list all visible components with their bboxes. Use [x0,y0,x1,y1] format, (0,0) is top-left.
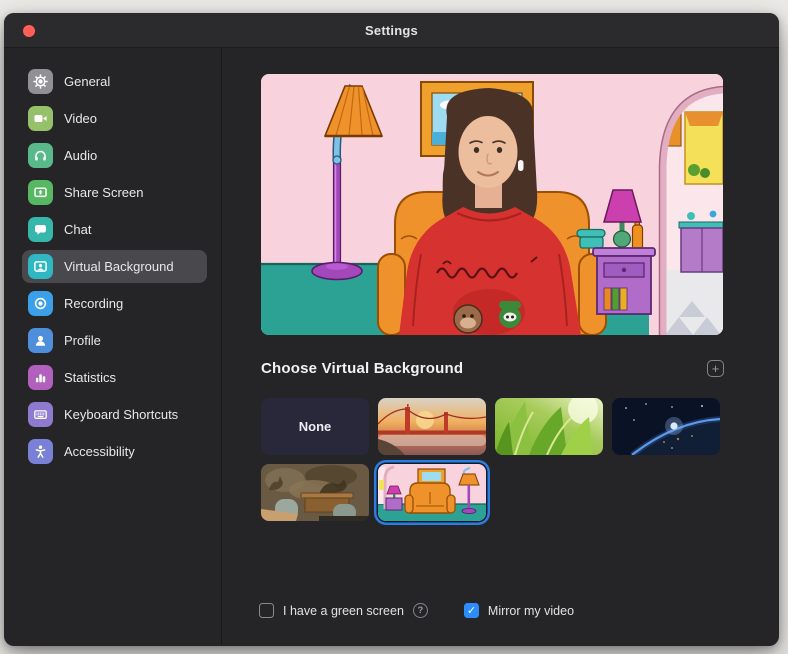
question-glyph: ? [418,605,424,616]
sidebar-item-label: General [64,74,110,89]
record-icon [28,291,53,316]
green-screen-checkbox[interactable] [259,603,274,618]
mirror-video-option[interactable]: ✓ Mirror my video [464,603,574,618]
section-title: Choose Virtual Background [261,360,463,377]
background-option-earth-from-space[interactable] [612,398,720,455]
sidebar-item-general[interactable]: General [22,65,207,98]
background-option-none[interactable]: None [261,398,369,455]
video-preview [261,74,723,335]
background-thumbnails: None [261,398,731,521]
sidebar-item-label: Profile [64,333,101,348]
sidebar-item-accessibility[interactable]: Accessibility [22,435,207,468]
settings-window: Settings General Video Audio Share Scree… [4,13,779,646]
sidebar-item-label: Keyboard Shortcuts [64,407,178,422]
preview-options: I have a green screen ? ✓ Mirror my vide… [259,603,574,618]
virtual-background-pane: Choose Virtual Background + None [222,48,779,645]
sidebar-item-keyboard-shortcuts[interactable]: Keyboard Shortcuts [22,398,207,431]
share-screen-icon [28,180,53,205]
checkmark-icon: ✓ [467,604,476,617]
simpsons-living-room-scene [261,74,723,335]
plus-icon: + [712,362,720,375]
background-option-simpsons-living-room[interactable] [378,464,486,521]
settings-sidebar: General Video Audio Share Screen Chat Vi [4,48,222,645]
keyboard-icon [28,402,53,427]
green-screen-option[interactable]: I have a green screen ? [259,603,428,618]
bar-chart-icon [28,365,53,390]
background-option-grass[interactable] [495,398,603,455]
profile-icon [28,328,53,353]
titlebar: Settings [4,13,779,48]
none-label: None [299,419,332,434]
sidebar-item-audio[interactable]: Audio [22,139,207,172]
sidebar-item-chat[interactable]: Chat [22,213,207,246]
chat-bubble-icon [28,217,53,242]
sidebar-item-virtual-background[interactable]: Virtual Background [22,250,207,283]
headphones-icon [28,143,53,168]
close-button[interactable] [23,25,35,37]
sidebar-item-label: Recording [64,296,123,311]
sidebar-item-label: Accessibility [64,444,135,459]
window-title: Settings [365,23,418,38]
virtual-background-icon [28,254,53,279]
accessibility-icon [28,439,53,464]
sidebar-item-statistics[interactable]: Statistics [22,361,207,394]
sidebar-item-share-screen[interactable]: Share Screen [22,176,207,209]
sidebar-item-label: Share Screen [64,185,144,200]
sidebar-item-profile[interactable]: Profile [22,324,207,357]
sidebar-item-recording[interactable]: Recording [22,287,207,320]
gear-icon [28,69,53,94]
mirror-video-checkbox[interactable]: ✓ [464,603,479,618]
green-screen-label: I have a green screen [283,604,404,618]
question-mark-icon[interactable]: ? [413,603,428,618]
add-background-button[interactable]: + [707,360,724,377]
sidebar-item-video[interactable]: Video [22,102,207,135]
sidebar-item-label: Audio [64,148,97,163]
sidebar-item-label: Virtual Background [64,259,174,274]
sidebar-item-label: Statistics [64,370,116,385]
mirror-video-label: Mirror my video [488,604,574,618]
sidebar-item-label: Video [64,111,97,126]
sidebar-item-label: Chat [64,222,91,237]
background-option-office-with-dinosaurs[interactable] [261,464,369,521]
background-option-golden-gate-bridge[interactable] [378,398,486,455]
video-camera-icon [28,106,53,131]
